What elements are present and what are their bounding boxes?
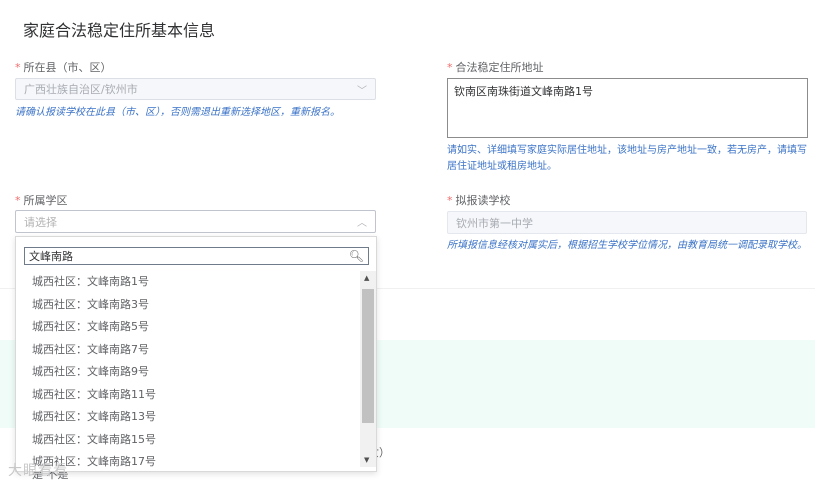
county-label: * 所在县（市、区） <box>15 59 112 75</box>
county-select-value: 广西壮族自治区/钦州市 <box>24 83 138 96</box>
address-label: * 合法稳定住所地址 <box>447 59 544 75</box>
district-select[interactable]: 请选择 ︿ <box>15 210 376 233</box>
district-dropdown: 文峰南路 🔍︎ 城西社区：文峰南路1号 城西社区：文峰南路3号 城西社区：文峰南… <box>15 236 377 472</box>
scrollbar-thumb[interactable] <box>362 289 374 423</box>
chevron-down-icon: ﹀ <box>357 85 367 97</box>
list-item[interactable]: 城西社区：文峰南路1号 <box>16 271 360 294</box>
school-input: 钦州市第一中学 <box>447 211 807 234</box>
dropdown-scrollbar[interactable]: ▲ ▼ <box>360 271 376 467</box>
school-hint: 所填报信息经核对属实后，根据招生学校学位情况，由教育局统一调配录取学校。 <box>447 240 807 251</box>
district-search-input[interactable]: 文峰南路 🔍︎ <box>24 247 369 265</box>
district-select-placeholder: 请选择 <box>24 215 57 229</box>
county-label-text: 所在县（市、区） <box>23 61 112 74</box>
required-mark: * <box>447 194 453 207</box>
list-item[interactable]: 城西社区：文峰南路11号 <box>16 384 360 407</box>
list-item[interactable]: 城西社区：文峰南路9号 <box>16 361 360 384</box>
list-item[interactable]: 城西社区：文峰南路15号 <box>16 429 360 452</box>
scroll-down-icon[interactable]: ▼ <box>364 456 369 464</box>
county-hint: 请确认报读学校在此县（市、区），否则需退出重新选择地区，重新报名。 <box>15 107 340 118</box>
address-hint: 请如实、详细填写家庭实际居住地址，该地址与房产地址一致，若无房产，请填写居住证地… <box>447 145 807 172</box>
county-select[interactable]: 广西壮族自治区/钦州市 ﹀ <box>15 78 376 100</box>
list-item[interactable]: 城西社区：文峰南路3号 <box>16 294 360 317</box>
section-title: 家庭合法稳定住所基本信息 <box>23 21 216 40</box>
list-item[interactable]: 城西社区：文峰南路5号 <box>16 316 360 339</box>
address-textarea[interactable]: 钦南区南珠街道文峰南路1号 <box>447 78 808 138</box>
address-label-text: 合法稳定住所地址 <box>455 61 544 74</box>
school-label: * 拟报读学校 <box>447 192 511 208</box>
watermark: 大眼看看 <box>8 463 68 479</box>
required-mark: * <box>15 61 21 74</box>
district-options-list: 城西社区：文峰南路1号 城西社区：文峰南路3号 城西社区：文峰南路5号 城西社区… <box>16 271 360 469</box>
list-item[interactable]: 城西社区：文峰南路7号 <box>16 339 360 362</box>
school-label-text: 拟报读学校 <box>455 194 511 207</box>
district-search-value: 文峰南路 <box>29 250 73 263</box>
scroll-up-icon[interactable]: ▲ <box>364 274 369 282</box>
required-mark: * <box>15 194 21 207</box>
required-mark: * <box>447 61 453 74</box>
search-icon[interactable]: 🔍︎ <box>349 249 364 263</box>
district-label: * 所属学区 <box>15 192 68 208</box>
district-label-text: 所属学区 <box>23 194 68 207</box>
chevron-up-icon: ︿ <box>357 218 367 229</box>
list-item[interactable]: 城西社区：文峰南路13号 <box>16 406 360 429</box>
